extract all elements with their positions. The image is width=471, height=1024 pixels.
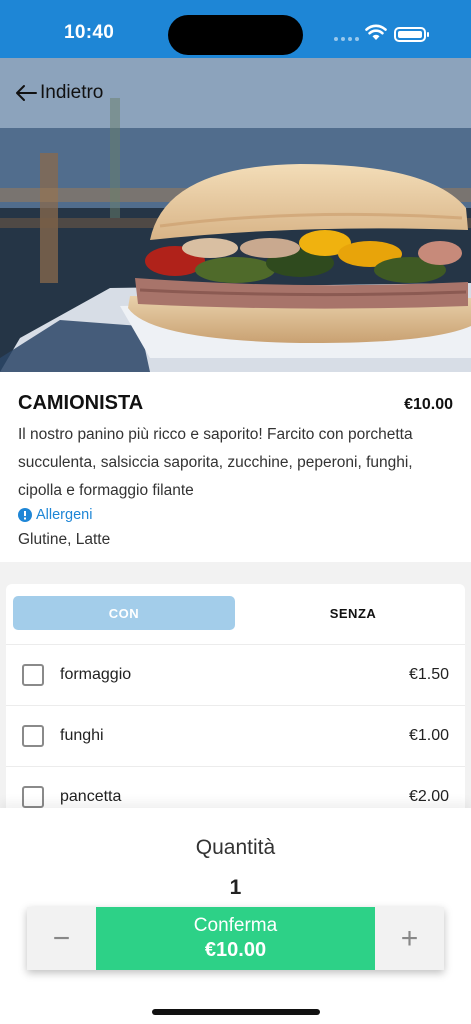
option-price: €1.00 bbox=[408, 726, 449, 744]
quantity-panel: Quantità 1 − Conferma €10.00 + bbox=[0, 808, 471, 1024]
confirm-label: Conferma bbox=[193, 915, 278, 936]
option-checkbox[interactable] bbox=[22, 785, 44, 808]
options-card: CON SENZA formaggio €1.50 funghi €1.00 p… bbox=[6, 584, 465, 824]
minus-icon: − bbox=[52, 921, 71, 955]
option-tabs: CON SENZA bbox=[6, 584, 465, 644]
arrow-left-icon bbox=[16, 85, 37, 101]
option-name: formaggio bbox=[60, 665, 132, 683]
battery-icon bbox=[394, 27, 429, 42]
option-row[interactable]: funghi €1.00 bbox=[6, 705, 465, 765]
option-price: €1.50 bbox=[408, 665, 449, 683]
sandwich-illustration bbox=[0, 58, 471, 372]
tab-con[interactable]: CON bbox=[13, 596, 235, 630]
info-alert-icon bbox=[18, 508, 32, 522]
option-name: pancetta bbox=[60, 787, 122, 805]
dynamic-island bbox=[168, 15, 303, 55]
decrease-button[interactable]: − bbox=[27, 907, 96, 970]
quantity-value: 1 bbox=[229, 876, 242, 899]
action-bar: − Conferma €10.00 + bbox=[27, 907, 444, 970]
product-image: Indietro bbox=[0, 58, 471, 372]
home-indicator bbox=[152, 1009, 320, 1015]
product-price: €10.00 bbox=[404, 396, 453, 413]
tab-senza[interactable]: SENZA bbox=[242, 596, 464, 630]
product-description: Il nostro panino più ricco e saporito! F… bbox=[18, 426, 413, 499]
quantity-label: Quantità bbox=[195, 836, 276, 859]
allergens-link-label: Allergeni bbox=[36, 507, 93, 523]
wifi-icon bbox=[365, 24, 387, 40]
back-label: Indietro bbox=[40, 82, 104, 103]
option-name: funghi bbox=[60, 726, 104, 744]
option-row[interactable]: formaggio €1.50 bbox=[6, 644, 465, 704]
confirm-total: €10.00 bbox=[204, 939, 267, 961]
back-button[interactable]: Indietro bbox=[14, 82, 103, 104]
cellular-signal-icon bbox=[334, 37, 359, 41]
option-checkbox[interactable] bbox=[22, 724, 44, 747]
product-title: CAMIONISTA bbox=[18, 392, 144, 414]
increase-button[interactable]: + bbox=[375, 907, 444, 970]
allergens-list: Glutine, Latte bbox=[18, 531, 111, 548]
product-info: CAMIONISTA €10.00 Il nostro panino più r… bbox=[0, 372, 471, 562]
option-checkbox[interactable] bbox=[22, 663, 44, 686]
status-bar: 10:40 bbox=[0, 0, 471, 58]
allergens-link[interactable]: Allergeni bbox=[18, 507, 453, 523]
confirm-button[interactable]: Conferma €10.00 bbox=[96, 907, 375, 970]
status-time: 10:40 bbox=[64, 22, 115, 43]
plus-icon: + bbox=[400, 921, 419, 955]
option-price: €2.00 bbox=[408, 787, 449, 805]
